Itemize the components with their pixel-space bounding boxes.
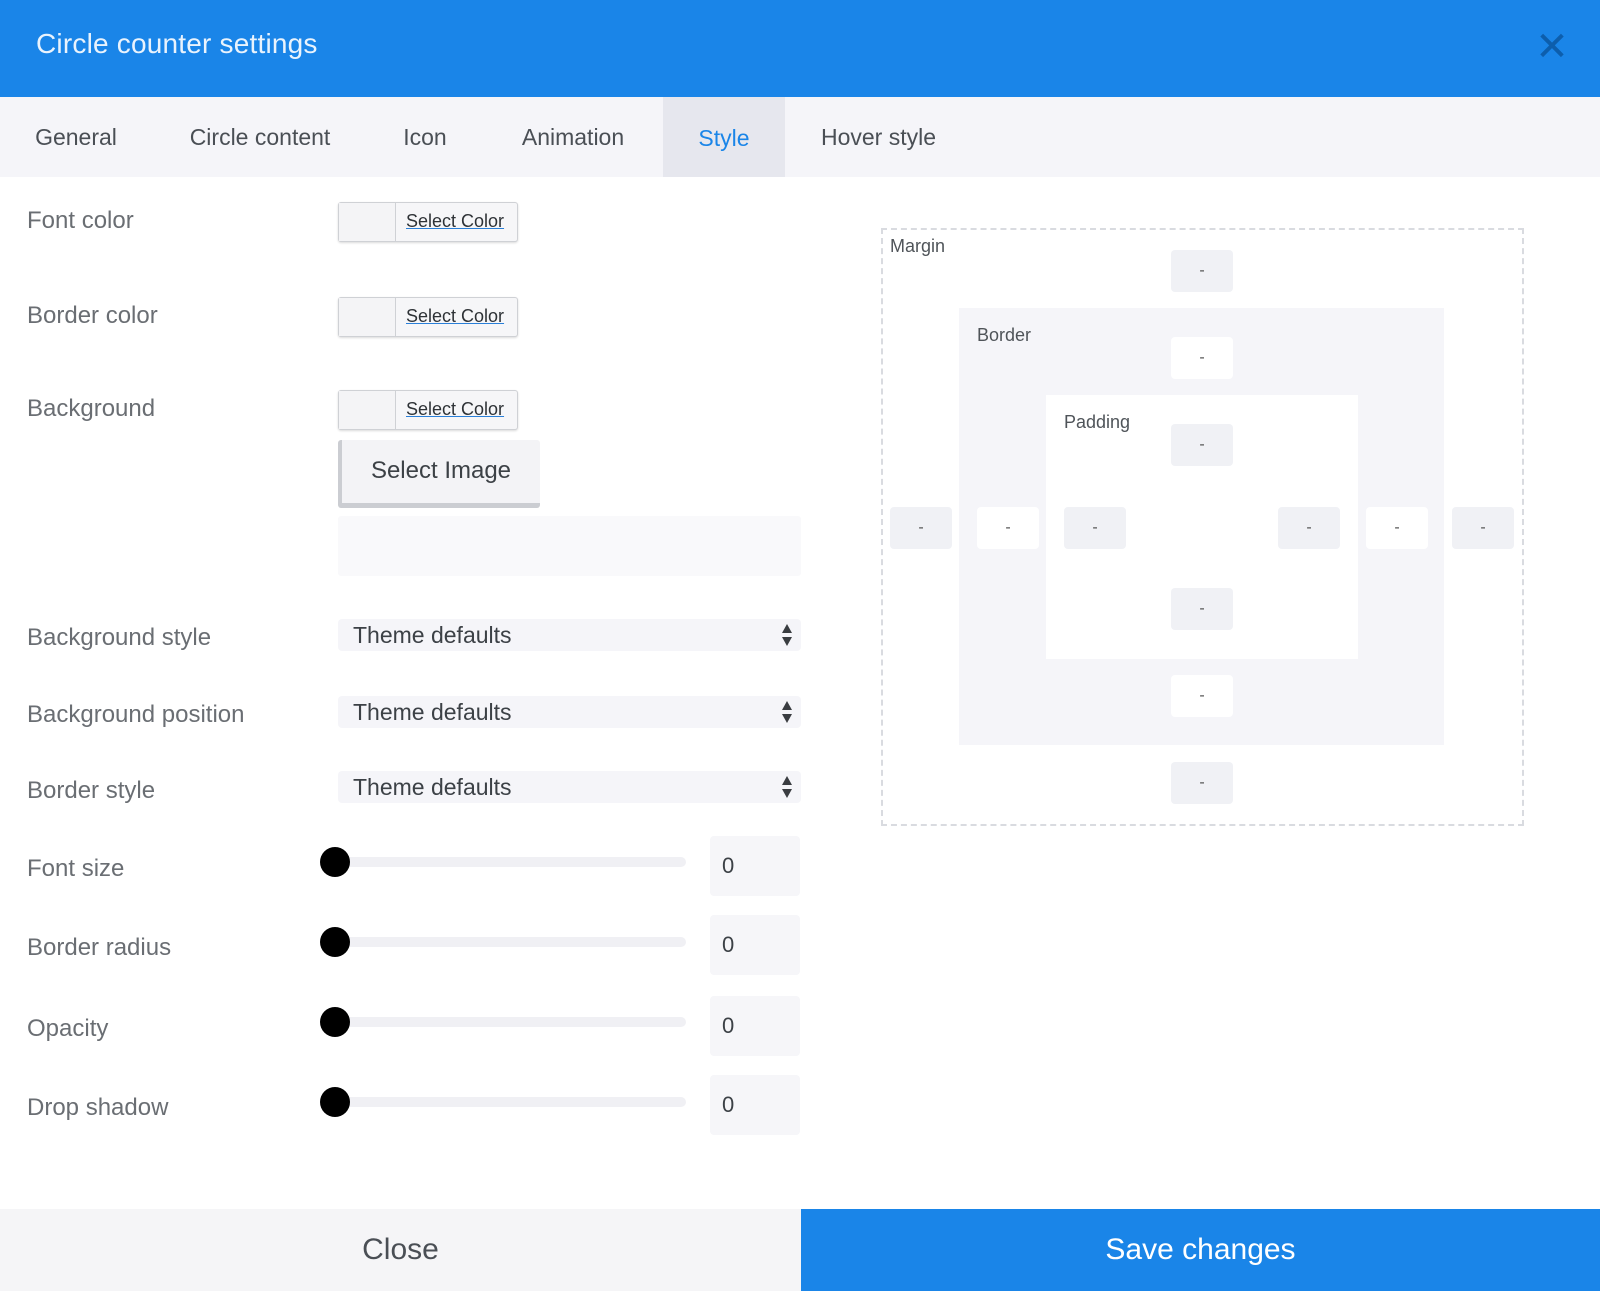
font-size-slider-track[interactable] (335, 857, 686, 867)
border-top-input[interactable]: - (1171, 337, 1233, 379)
background-position-label: Background position (27, 701, 245, 728)
border-color-picker[interactable]: Select Color (338, 297, 518, 337)
background-style-label: Background style (27, 624, 212, 651)
border-radius-slider-thumb[interactable] (320, 927, 350, 957)
background-position-value: Theme defaults (353, 699, 512, 725)
background-color-swatch[interactable] (339, 391, 396, 429)
border-label: Border (977, 325, 1032, 345)
border-style-label: Border style (27, 777, 156, 804)
drop-shadow-slider-thumb[interactable] (320, 1087, 350, 1117)
background-style-value: Theme defaults (353, 622, 512, 648)
font-color-label: Font color (27, 207, 134, 234)
font-color-picker[interactable]: Select Color (338, 202, 518, 242)
opacity-slider-track[interactable] (335, 1017, 686, 1027)
border-bottom-input[interactable]: - (1171, 675, 1233, 717)
margin-top-input[interactable]: - (1171, 250, 1233, 292)
select-arrows-icon (782, 624, 792, 646)
padding-top-input[interactable]: - (1171, 424, 1233, 466)
drop-shadow-slider-track[interactable] (335, 1097, 686, 1107)
tab-icon[interactable]: Icon (385, 97, 465, 177)
tab-animation[interactable]: Animation (503, 97, 643, 177)
border-radius-slider-track[interactable] (335, 937, 686, 947)
opacity-slider-thumb[interactable] (320, 1007, 350, 1037)
drop-shadow-input[interactable]: 0 (710, 1075, 800, 1135)
border-color-swatch[interactable] (339, 298, 396, 336)
border-color-select-button[interactable]: Select Color (406, 306, 504, 327)
background-label: Background (27, 395, 156, 422)
close-button[interactable]: Close (0, 1209, 801, 1291)
background-color-picker[interactable]: Select Color (338, 390, 518, 430)
background-image-field[interactable] (338, 516, 801, 576)
tab-general[interactable]: General (18, 97, 134, 177)
margin-left-input[interactable]: - (890, 507, 952, 549)
padding-bottom-input[interactable]: - (1171, 588, 1233, 630)
border-radius-label: Border radius (27, 934, 172, 961)
background-style-select[interactable]: Theme defaults (338, 619, 801, 651)
margin-right-input[interactable]: - (1452, 507, 1514, 549)
select-arrows-icon (782, 776, 792, 798)
tab-hover-style[interactable]: Hover style (805, 97, 952, 177)
tab-style[interactable]: Style (663, 97, 785, 177)
tab-bar: General Circle content Icon Animation St… (0, 97, 1600, 177)
border-radius-input[interactable]: 0 (710, 915, 800, 975)
close-icon[interactable]: ✕ (1535, 27, 1569, 67)
font-color-select-button[interactable]: Select Color (406, 211, 504, 232)
margin-label: Margin (890, 236, 946, 256)
font-size-label: Font size (27, 855, 125, 882)
drop-shadow-label: Drop shadow (27, 1094, 169, 1121)
border-right-input[interactable]: - (1366, 507, 1428, 549)
border-left-input[interactable]: - (977, 507, 1039, 549)
opacity-label: Opacity (27, 1015, 109, 1042)
dialog-header: Circle counter settings ✕ (0, 0, 1600, 97)
font-size-slider-thumb[interactable] (320, 847, 350, 877)
tab-circle-content[interactable]: Circle content (170, 97, 350, 177)
save-changes-button[interactable]: Save changes (801, 1209, 1600, 1291)
border-style-select[interactable]: Theme defaults (338, 771, 801, 803)
font-color-swatch[interactable] (339, 203, 396, 241)
background-color-select-button[interactable]: Select Color (406, 399, 504, 420)
border-color-label: Border color (27, 302, 158, 329)
margin-bottom-input[interactable]: - (1171, 762, 1233, 804)
select-image-button[interactable]: Select Image (338, 440, 540, 508)
dialog-title: Circle counter settings (36, 28, 318, 59)
padding-label: Padding (1064, 412, 1131, 432)
background-position-select[interactable]: Theme defaults (338, 696, 801, 728)
padding-left-input[interactable]: - (1064, 507, 1126, 549)
select-arrows-icon (782, 701, 792, 723)
padding-right-input[interactable]: - (1278, 507, 1340, 549)
border-style-value: Theme defaults (353, 774, 512, 800)
font-size-input[interactable]: 0 (710, 836, 800, 896)
opacity-input[interactable]: 0 (710, 996, 800, 1056)
